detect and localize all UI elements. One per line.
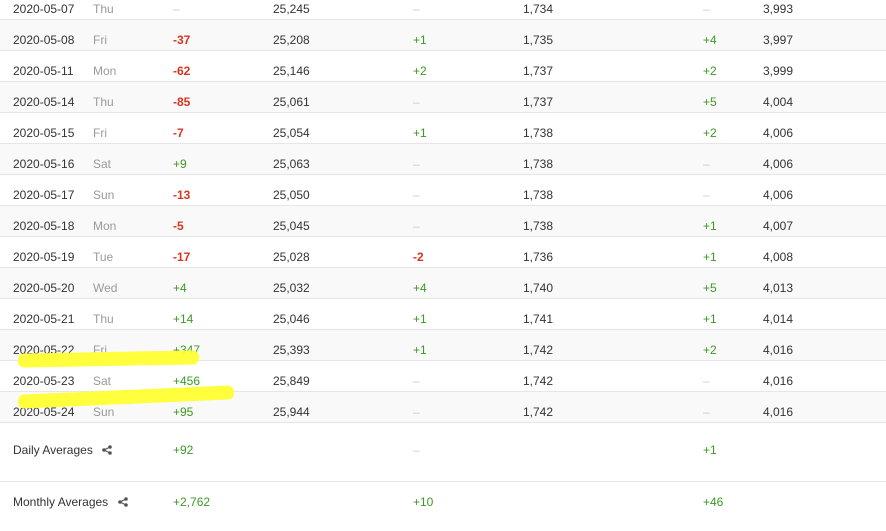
- table-row: 2020-05-21 Thu +14 25,046 +1 1,741 +1 4,014: [0, 299, 886, 330]
- table-row: 2020-05-20 Wed +4 25,032 +4 1,740 +5 4,013: [0, 268, 886, 299]
- monthly-avg-uploads-change: +10: [413, 495, 434, 509]
- subs-change-cell: +95: [173, 405, 194, 419]
- table-row: 2020-05-19 Tue -17 25,028 -2 1,736 +1 4,008: [0, 237, 886, 268]
- views-change-cell: –: [703, 405, 710, 419]
- table-row: 2020-05-18 Mon -5 25,045–1,738 +1 4,007: [0, 206, 886, 237]
- monthly-avg-subs-change: +2,762: [173, 495, 211, 509]
- weekday-cell: Sun: [93, 405, 115, 419]
- daily-avg-subs-change: +92: [173, 443, 194, 457]
- table-row: 2020-05-15 Fri -7 25,054 +1 1,738 +2 4,006: [0, 113, 886, 144]
- table-row: 2020-05-24 Sun +95 25,944 – 1,742 – 4,016: [0, 392, 886, 423]
- uploads-total-cell: 1,742: [523, 405, 554, 419]
- share-icon[interactable]: [117, 497, 128, 507]
- table-row: 2020-05-16 Sat +9 25,063–1,738–4,006: [0, 144, 886, 175]
- views-total-cell: 4,016: [763, 405, 794, 419]
- daily-averages-label: Daily Averages: [13, 440, 112, 470]
- date-cell: 2020-05-24: [13, 405, 75, 419]
- daily-avg-uploads-change: –: [413, 443, 420, 457]
- table-row: 2020-05-17 Sun -13 25,050–1,738–4,006: [0, 175, 886, 206]
- table-row: 2020-05-11 Mon -62 25,146 +2 1,737 +2 3,999: [0, 51, 886, 82]
- uploads-change-cell: –: [413, 405, 420, 419]
- monthly-averages-label: Monthly Averages: [13, 492, 128, 522]
- share-icon[interactable]: [102, 445, 112, 455]
- table-row: 2020-05-23 Sat +456 25,849–1,742–4,016: [0, 361, 886, 392]
- table-row: 2020-05-22 Fri +347 25,393 +1 1,742 +2 4,016: [0, 330, 886, 361]
- monthly-averages-row: Monthly Averages +2,762 +10 +46: [0, 482, 886, 531]
- daily-avg-views-change: +1: [703, 443, 717, 457]
- monthly-avg-views-change: +46: [703, 495, 724, 509]
- table-row: 2020-05-08 Fri -37 25,208 +1 1,735 +4 3,997: [0, 20, 886, 51]
- table-row: 2020-05-14 Thu -85 25,061–1,737 +5 4,004: [0, 82, 886, 113]
- subs-total-cell: 25,944: [273, 405, 310, 419]
- table-row: 2020-05-07 Thu –25,245–1,734–3,993: [0, 0, 886, 20]
- daily-averages-row: Daily Averages +92 – +1: [0, 429, 886, 482]
